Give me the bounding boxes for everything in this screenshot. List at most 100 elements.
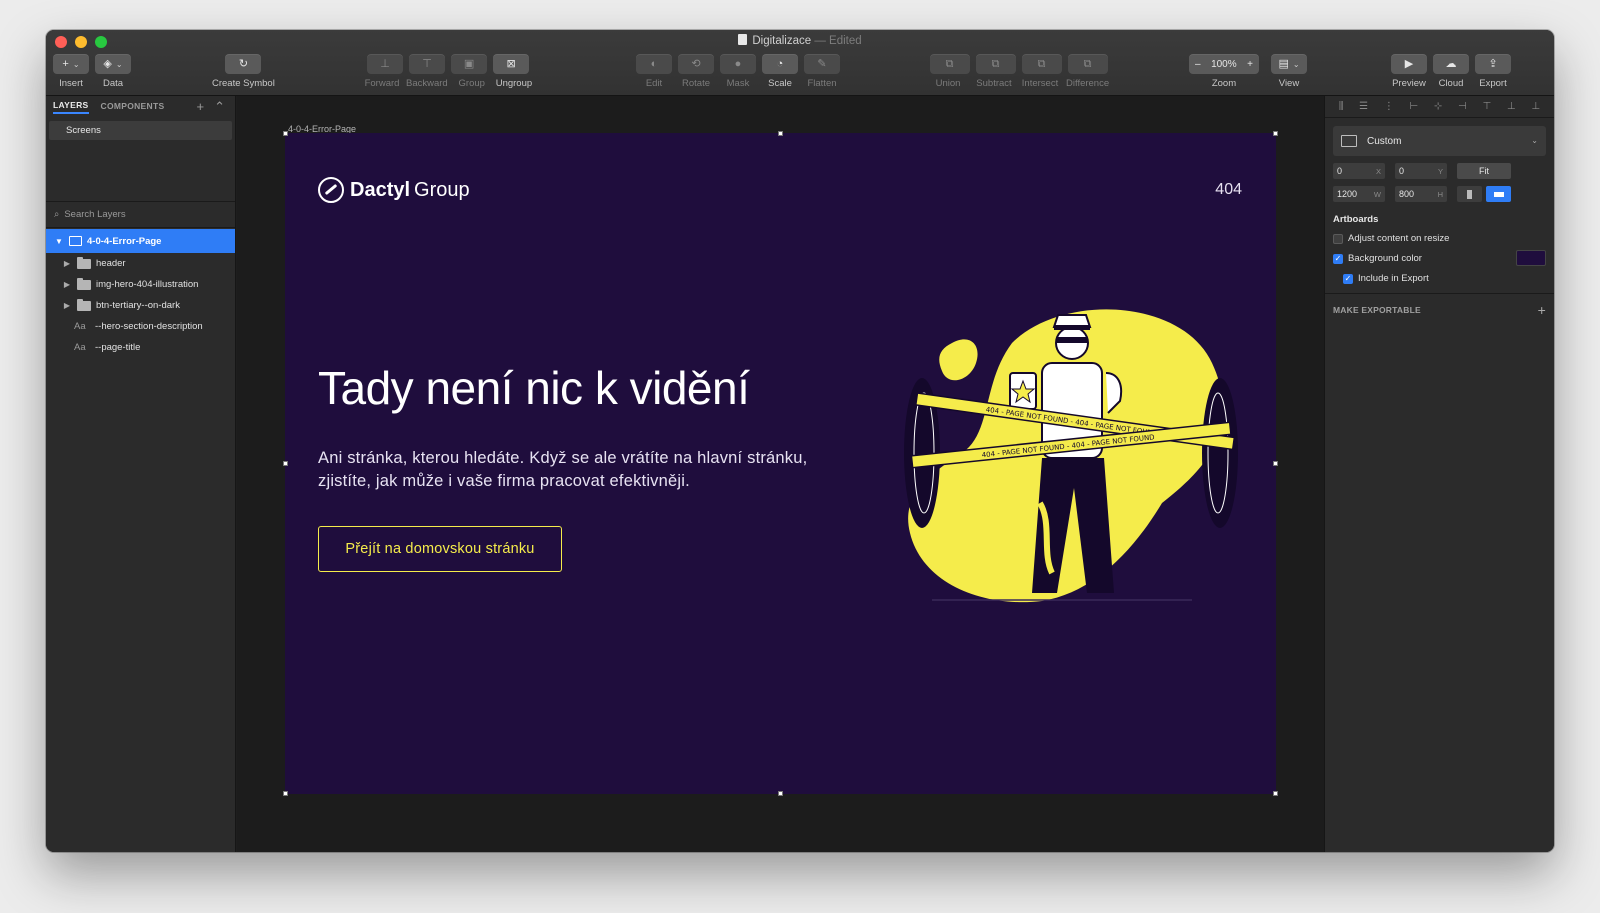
export-button[interactable]: ⇪: [1475, 54, 1511, 74]
page-title[interactable]: Tady není nic k vidění: [318, 361, 750, 415]
view-button[interactable]: ▤ ⌄: [1271, 54, 1307, 74]
create-symbol-button[interactable]: ↻: [225, 54, 262, 74]
backward-button[interactable]: ⊤: [409, 54, 446, 74]
difference-button[interactable]: ⧉: [1067, 54, 1108, 74]
layer-name: --page-title: [95, 342, 141, 353]
background-color-swatch[interactable]: [1516, 250, 1546, 266]
forward-icon: ⊥: [380, 57, 390, 70]
layer-title[interactable]: Aa --page-title: [46, 337, 235, 358]
adjust-content-checkbox[interactable]: [1333, 233, 1343, 244]
zoom-out-button[interactable]: –: [1195, 59, 1201, 70]
forward-button[interactable]: ⊥: [367, 54, 404, 74]
resize-handle[interactable]: [283, 131, 288, 136]
search-input[interactable]: Search Layers: [64, 209, 125, 220]
add-page-icon[interactable]: +: [197, 99, 205, 115]
align-top-icon[interactable]: ⊤: [1482, 101, 1491, 112]
police-404-illustration[interactable]: 404 - PAGE NOT FOUND - 404 - PAGE NOT FO…: [892, 303, 1252, 623]
subtract-button[interactable]: ⧉: [975, 54, 1016, 74]
group-button[interactable]: ▣: [451, 54, 488, 74]
union-icon: ⧉: [945, 57, 954, 70]
include-export-label: Include in Export: [1358, 273, 1429, 284]
distribute-vertical-icon[interactable]: ☰: [1359, 101, 1368, 112]
data-button[interactable]: ◈ ⌄: [95, 54, 131, 74]
resize-handle[interactable]: [778, 131, 783, 136]
more-icon[interactable]: ⋮: [1384, 101, 1394, 112]
canvas[interactable]: 4-0-4-Error-Page Dactyl Group 404 Tady n…: [237, 96, 1324, 852]
add-export-icon[interactable]: +: [1538, 302, 1546, 318]
union-button[interactable]: ⧉: [929, 54, 970, 74]
disclosure-closed-icon[interactable]: ▶: [62, 280, 72, 289]
resize-handle[interactable]: [283, 791, 288, 796]
insert-button[interactable]: + ⌄: [53, 54, 89, 74]
disclosure-closed-icon[interactable]: ▶: [62, 301, 72, 310]
text-layer-icon: Aa: [74, 321, 86, 332]
zoom-control[interactable]: – 100% +: [1189, 54, 1259, 74]
page-item-screens[interactable]: Screens: [49, 121, 232, 140]
layer-name: header: [96, 258, 126, 269]
data-label: Data: [102, 78, 124, 89]
artboard[interactable]: Dactyl Group 404 Tady není nic k vidění …: [285, 133, 1276, 794]
divider: [1325, 293, 1554, 294]
resize-handle[interactable]: [1273, 461, 1278, 466]
scale-button[interactable]: ◔: [762, 54, 798, 74]
align-middle-icon[interactable]: ⊥: [1507, 101, 1516, 112]
toolbar: Digitalizace — Edited + ⌄ ◈ ⌄ Insert Data …: [46, 30, 1554, 96]
resize-handle[interactable]: [1273, 791, 1278, 796]
inspector-panel: ⫼ ☰ ⋮ ⊢ ⊹ ⊣ ⊤ ⊥ ⊥ Custom ⌄ 0X 0Y Fit 120…: [1324, 96, 1554, 852]
align-center-icon[interactable]: ⊹: [1434, 101, 1442, 112]
resize-handle[interactable]: [283, 461, 288, 466]
distribute-horizontal-icon[interactable]: ⫼: [1339, 101, 1344, 112]
artboard-preset-select[interactable]: Custom ⌄: [1333, 126, 1546, 156]
preview-button[interactable]: ▶: [1391, 54, 1427, 74]
height-field[interactable]: 800 H: [1395, 186, 1447, 202]
resize-handle[interactable]: [1273, 131, 1278, 136]
ungroup-button[interactable]: ⊠: [493, 54, 530, 74]
y-field[interactable]: 0Y: [1395, 163, 1447, 179]
edit-button[interactable]: ◐: [636, 54, 672, 74]
disclosure-closed-icon[interactable]: ▶: [62, 259, 72, 268]
plus-icon: +: [62, 57, 69, 70]
chevron-down-icon: ⌄: [115, 59, 123, 69]
rotate-button[interactable]: ⟲: [678, 54, 714, 74]
collapse-pages-icon[interactable]: ⌃: [214, 99, 225, 115]
include-export-checkbox[interactable]: ✓: [1343, 273, 1353, 284]
brand-logo[interactable]: Dactyl Group: [318, 177, 470, 203]
disclosure-open-icon[interactable]: ▼: [54, 237, 64, 246]
tab-layers[interactable]: LAYERS: [53, 100, 89, 114]
include-export-row[interactable]: ✓ Include in Export: [1343, 272, 1546, 285]
hero-description[interactable]: Ani stránka, kterou hledáte. Když se ale…: [318, 447, 838, 493]
flatten-button[interactable]: ✎: [804, 54, 840, 74]
portrait-button[interactable]: [1457, 186, 1482, 202]
cloud-button[interactable]: ☁: [1433, 54, 1469, 74]
zoom-value: 100%: [1211, 58, 1237, 70]
resize-handle[interactable]: [778, 791, 783, 796]
layer-artboard[interactable]: ▼ 4-0-4-Error-Page: [46, 229, 235, 253]
intersect-button[interactable]: ⧉: [1021, 54, 1062, 74]
landscape-button[interactable]: [1486, 186, 1511, 202]
layer-header[interactable]: ▶ header: [46, 253, 235, 274]
create-symbol-icon: ↻: [238, 57, 249, 70]
fit-button[interactable]: Fit: [1457, 163, 1511, 179]
search-layers[interactable]: ⌕ Search Layers: [46, 202, 235, 228]
x-field[interactable]: 0X: [1333, 163, 1385, 179]
background-color-row[interactable]: ✓ Background color: [1333, 250, 1546, 266]
layer-description[interactable]: Aa --hero-section-description: [46, 316, 235, 337]
home-button[interactable]: Přejít na domovskou stránku: [318, 526, 562, 572]
mask-button[interactable]: ●: [720, 54, 756, 74]
insert-data-group: + ⌄ ◈ ⌄ Insert Data: [53, 54, 131, 89]
adjust-content-row[interactable]: Adjust content on resize: [1333, 232, 1546, 245]
text-layer-icon: Aa: [74, 342, 86, 353]
align-right-icon[interactable]: ⊣: [1458, 101, 1467, 112]
artboards-section-title: Artboards: [1333, 214, 1379, 225]
align-bottom-icon[interactable]: ⊥: [1531, 101, 1540, 112]
layer-illustration[interactable]: ▶ img-hero-404-illustration: [46, 274, 235, 295]
ungroup-label: Ungroup: [495, 78, 533, 89]
layer-button[interactable]: ▶ btn-tertiary--on-dark: [46, 295, 235, 316]
zoom-in-button[interactable]: +: [1247, 59, 1253, 70]
background-color-checkbox[interactable]: ✓: [1333, 253, 1343, 264]
edit-icon: ◐: [650, 57, 658, 70]
tab-components[interactable]: COMPONENTS: [101, 101, 165, 113]
edit-label: Edit: [645, 78, 663, 89]
align-left-icon[interactable]: ⊢: [1410, 101, 1419, 112]
width-field[interactable]: 1200 W: [1333, 186, 1385, 202]
